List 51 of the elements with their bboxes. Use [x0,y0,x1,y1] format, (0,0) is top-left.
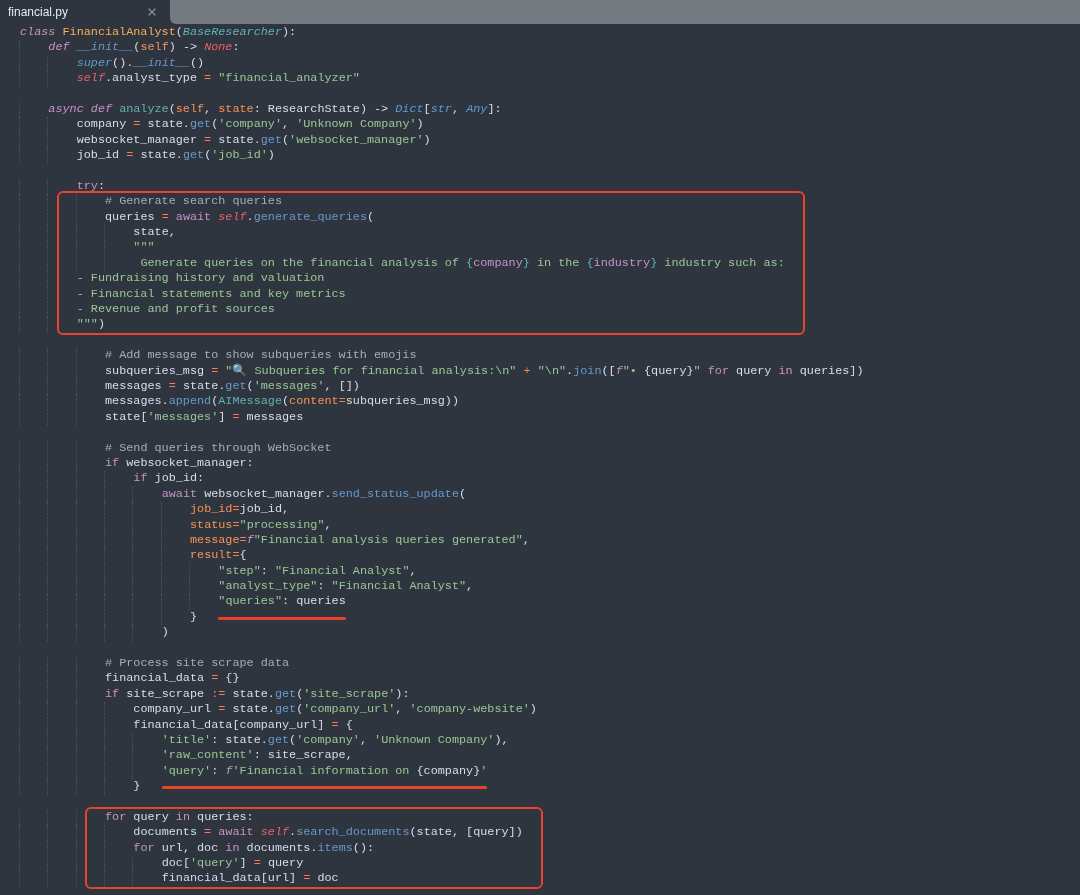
code-line: self.analyst_type = "financial_analyzer" [20,71,360,87]
code-line: try: [20,178,105,195]
code-line: async def analyze(self, state: ResearchState) -> Dict[str, Any]: [20,101,502,118]
code-line: messages.append(AIMessage(content=subqueries_msg)) [20,394,460,410]
code-line: job_id = state.get('job_id') [20,148,275,164]
code-line: class FinancialAnalyst(BaseResearcher): [20,25,297,41]
code-line: 'query': f'Financial information on {company}' [20,763,488,778]
code-line: - Revenue and profit sources [20,302,275,318]
code-line: state['messages'] = messages [20,409,304,426]
code-line: doc['query'] = query [20,856,304,872]
code-line: subqueries_msg = "🔍 Subqueries for financial analysis:\n" + "\n".join([f"• {query}" for query in queries]) [20,363,864,379]
code-line: Generate queries on the financial analysis of {company} in the {industry} industry such as: [20,255,785,272]
code-line: # Send queries through WebSocket [20,440,332,456]
code-line: websocket_manager = state.get('websocket_manager') [20,132,431,149]
code-line: 'title': state.get('company', 'Unknown Company'), [20,732,509,749]
code-line: await websocket_manager.send_status_update( [20,486,467,503]
code-line: financial_data[company_url] = { [20,717,353,733]
code-line: message=f"Financial analysis queries generated", [20,532,530,549]
code-line: # Process site scrape data [20,656,290,672]
close-icon[interactable] [146,6,158,18]
code-line: """) [20,317,105,333]
code-line: for url, doc in documents.items(): [20,840,375,857]
code-line: 'raw_content': site_scrape, [20,748,353,764]
code-line: # Add message to show subqueries with emojis [20,348,417,364]
code-line: messages = state.get('messages', []) [20,379,360,395]
code-line: if websocket_manager: [20,455,254,472]
code-line: - Financial statements and key metrics [20,286,346,303]
code-line: queries = await self.generate_queries( [20,209,375,226]
code-line: "analyst_type": "Financial Analyst", [20,579,474,595]
code-line: } [20,779,141,795]
code-line: documents = await self.search_documents(state, [query]) [20,825,523,841]
code-line: company_url = state.get('company_url', 'company-website') [20,702,537,718]
code-line: status="processing", [20,517,332,533]
code-line: job_id=job_id, [20,502,290,518]
code-line: def __init__(self) -> None: [20,40,240,56]
code-line: super().__init__() [20,55,205,72]
code-line: "queries": queries [20,594,346,609]
code-line: financial_data[url] = doc [20,871,339,887]
code-line: result={ [20,548,247,564]
code-line: - Fundraising history and valuation [20,271,325,287]
code-line: ) [20,625,169,641]
code-line: "step": "Financial Analyst", [20,563,417,580]
code-line: if site_scrape := state.get('site_scrape'): [20,686,410,703]
code-line: company = state.get('company', 'Unknown Company') [20,117,424,133]
code-line: for query in queries: [20,809,254,826]
code-line: } [20,609,198,626]
code-line: state, [20,225,176,241]
code-line: if job_id: [20,471,205,487]
code-line: financial_data = {} [20,671,240,687]
code-line: """ [20,240,155,256]
code-line: # Generate search queries [20,194,282,210]
